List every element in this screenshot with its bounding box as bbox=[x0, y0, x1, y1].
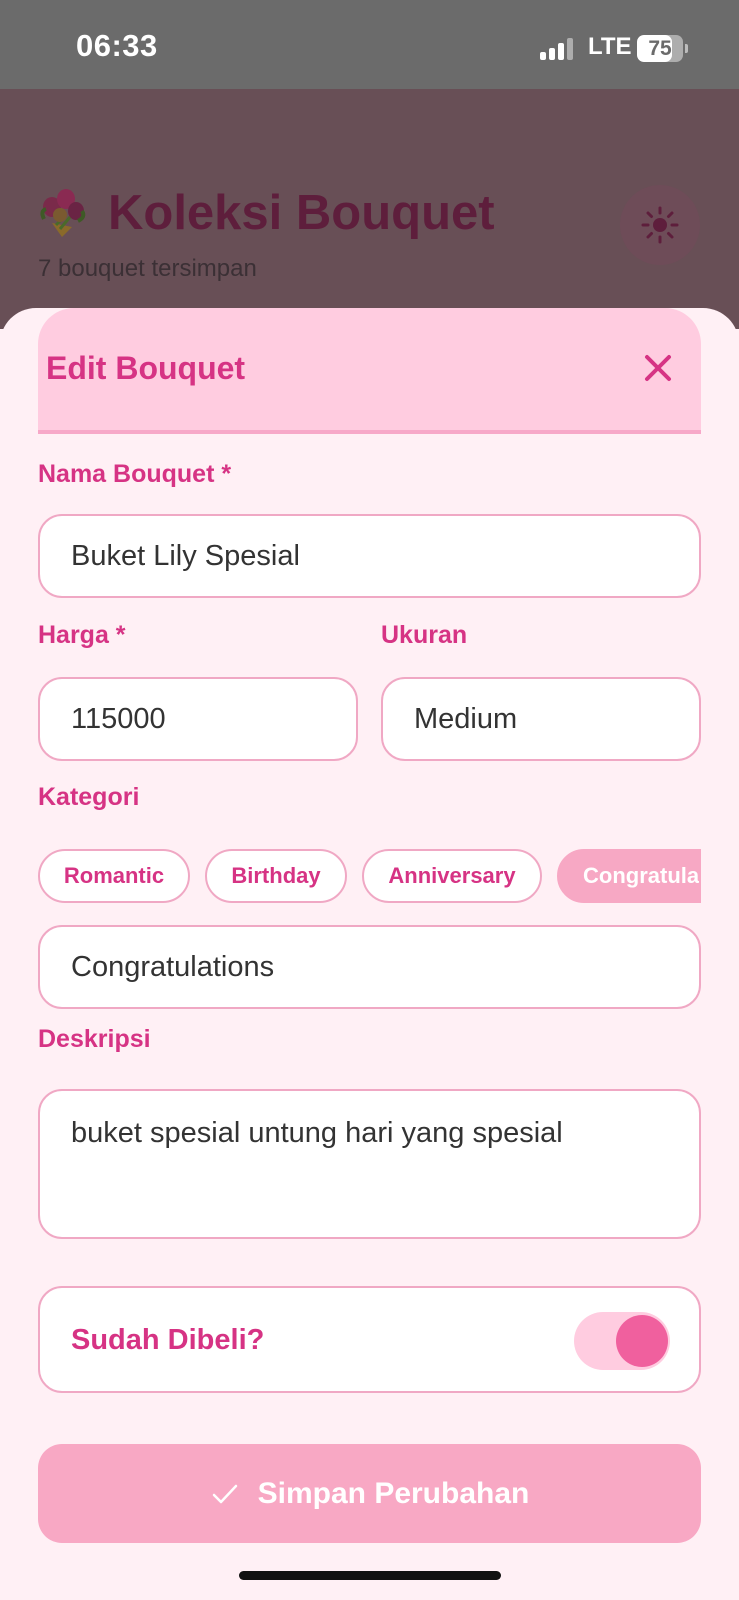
theme-toggle-button[interactable] bbox=[620, 185, 700, 265]
price-input[interactable]: 115000 bbox=[38, 677, 358, 761]
signal-icon bbox=[540, 38, 576, 60]
sheet-title: Edit Bouquet bbox=[46, 350, 246, 386]
purchased-label: Sudah Dibeli? bbox=[71, 1324, 265, 1356]
category-input[interactable]: Congratulations bbox=[38, 925, 701, 1009]
sun-icon bbox=[641, 206, 679, 244]
description-textarea[interactable]: buket spesial untung hari yang spesial bbox=[38, 1089, 701, 1239]
check-icon bbox=[210, 1479, 240, 1509]
status-time: 06:33 bbox=[76, 28, 158, 63]
size-input[interactable]: Medium bbox=[381, 677, 701, 761]
page-title: Koleksi Bouquet bbox=[108, 186, 495, 240]
save-button-label: Simpan Perubahan bbox=[257, 1476, 530, 1510]
category-chip-birthday[interactable]: Birthday bbox=[205, 849, 347, 903]
home-indicator bbox=[239, 1571, 501, 1580]
category-chip-anniversary[interactable]: Anniversary bbox=[362, 849, 542, 903]
battery-icon: 75 bbox=[637, 35, 688, 62]
close-button[interactable] bbox=[638, 348, 678, 388]
background-header: Koleksi Bouquet 7 bouquet tersimpan bbox=[0, 89, 739, 329]
purchased-toggle-card: Sudah Dibeli? bbox=[38, 1286, 701, 1393]
status-bar: 06:33 LTE 75 bbox=[0, 0, 739, 89]
category-label: Kategori bbox=[38, 783, 140, 811]
battery-level: 75 bbox=[648, 37, 672, 60]
size-label: Ukuran bbox=[381, 621, 468, 649]
name-label: Nama Bouquet * bbox=[38, 460, 232, 488]
edit-bouquet-sheet: Edit Bouquet Nama Bouquet * Buket Lily S… bbox=[0, 308, 739, 1600]
purchased-toggle[interactable] bbox=[574, 1312, 670, 1370]
network-label: LTE bbox=[588, 33, 632, 60]
bouquet-icon bbox=[38, 185, 94, 241]
category-chip-romantic[interactable]: Romantic bbox=[38, 849, 190, 903]
close-icon bbox=[645, 355, 671, 381]
sheet-header: Edit Bouquet bbox=[38, 308, 701, 434]
name-input[interactable]: Buket Lily Spesial bbox=[38, 514, 701, 598]
price-label: Harga * bbox=[38, 621, 126, 649]
save-button[interactable]: Simpan Perubahan bbox=[38, 1444, 701, 1543]
description-label: Deskripsi bbox=[38, 1025, 151, 1053]
category-chip-congratulations[interactable]: Congratulations bbox=[557, 849, 701, 903]
page-subtitle: 7 bouquet tersimpan bbox=[38, 255, 257, 282]
toggle-knob bbox=[616, 1315, 668, 1367]
